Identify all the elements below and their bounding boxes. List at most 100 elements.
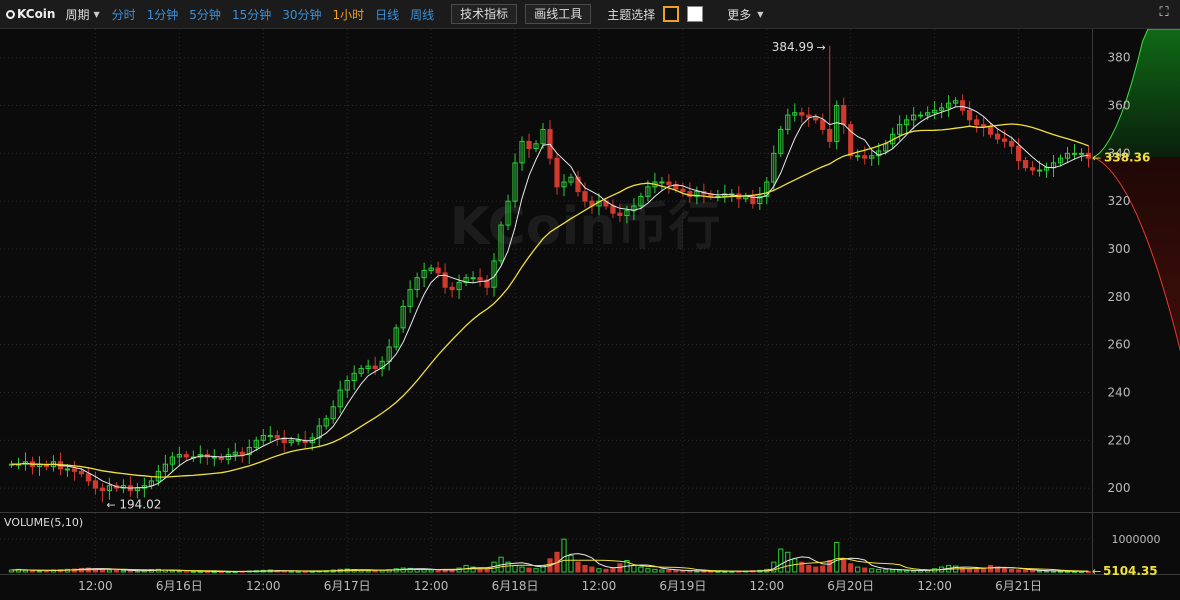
volume-bar [974, 568, 980, 573]
volume-bar [820, 565, 826, 573]
volume-bar [659, 569, 665, 573]
volume-bar [848, 563, 854, 573]
interval-tab[interactable]: 1小时 [333, 6, 365, 23]
interval-tab[interactable]: 30分钟 [282, 6, 321, 23]
volume-bar [519, 566, 525, 573]
volume-bar [855, 566, 861, 573]
volume-bar [806, 564, 812, 573]
candle-body [477, 277, 483, 281]
interval-tab[interactable]: 分时 [112, 6, 136, 23]
volume-bar [582, 564, 588, 573]
arrow-right-icon: → [817, 41, 826, 54]
time-tick-label: 6月16日 [156, 579, 203, 593]
volume-bar [113, 569, 119, 573]
price-tick-label: 280 [1108, 290, 1131, 304]
candle-body [918, 114, 924, 117]
candle-body [211, 456, 217, 459]
volume-bar [652, 568, 658, 573]
candle-body [960, 100, 966, 111]
candle-body [855, 155, 861, 158]
volume-bar [897, 569, 903, 573]
volume-bar [190, 570, 196, 573]
technical-indicator-button[interactable]: 技术指标 [451, 4, 518, 24]
candle-body [239, 451, 245, 456]
volume-bar [687, 570, 693, 573]
candle-body [470, 277, 476, 280]
toolbar: KCoin 周期 ▼ 分时 1分钟 5分钟 15分钟 30分钟 1小时 日线 周… [0, 0, 1180, 29]
volume-bar [526, 567, 532, 573]
volume-bar [1029, 570, 1036, 573]
volume-bar [680, 570, 686, 573]
volume-bar [120, 570, 126, 573]
low-price-label: 194.02 [119, 497, 161, 511]
price-chart[interactable]: KCoin币行 200220240260280300320340360380 3… [0, 29, 1180, 600]
candle-body [862, 155, 868, 159]
volume-bar [1022, 569, 1029, 573]
volume-bar [36, 570, 43, 573]
volume-bar [911, 570, 917, 573]
candle-body [449, 286, 455, 291]
more-dropdown[interactable]: 更多 ▼ [727, 6, 763, 23]
volume-bar [610, 567, 616, 573]
time-tick-label: 12:00 [414, 579, 449, 593]
price-tick-label: 320 [1108, 194, 1131, 208]
interval-tab[interactable]: 周线 [410, 6, 434, 23]
volume-bar [512, 564, 518, 573]
volume-bar [596, 568, 602, 573]
ma10-line [11, 123, 1089, 478]
volume-bar [22, 569, 29, 573]
volume-bar [568, 555, 574, 573]
interval-tab[interactable]: 1分钟 [147, 6, 179, 23]
interval-tab[interactable]: 日线 [375, 6, 399, 23]
arrow-left-icon: ← [1092, 565, 1101, 578]
candle-body [85, 473, 92, 482]
volume-tick-label: 1000000 [1112, 533, 1161, 546]
candle-body [435, 267, 441, 274]
candles [8, 45, 1092, 503]
candle-body [1008, 140, 1015, 147]
candle-body [183, 454, 189, 458]
volume-bar [1036, 570, 1043, 573]
volume-bar [638, 566, 644, 573]
time-tick-label: 6月18日 [492, 579, 539, 593]
candle-body [617, 212, 623, 217]
candle-body [994, 133, 1001, 140]
candle-body [267, 434, 273, 437]
candle-body [841, 105, 847, 126]
volume-bar [785, 551, 791, 573]
interval-tab[interactable]: 15分钟 [232, 6, 271, 23]
volume-bar [827, 560, 833, 573]
caret-down-icon: ▼ [757, 9, 764, 19]
caret-down-icon: ▼ [93, 9, 100, 19]
volume-bar [834, 541, 840, 573]
theme-label: 主题选择 [607, 7, 656, 22]
candle-body [610, 205, 616, 214]
time-tick-label: 6月20日 [827, 579, 874, 593]
candle-body [666, 181, 672, 185]
volume-bar [533, 568, 539, 573]
candle-body [274, 434, 280, 439]
volume-bar [862, 567, 868, 573]
candle-body [987, 126, 994, 135]
volume-bar [666, 569, 672, 573]
candle-body [526, 140, 532, 150]
volume-bar [1001, 568, 1008, 573]
more-label: 更多 [727, 7, 752, 22]
volume-bar [29, 570, 36, 573]
candle-body [1001, 138, 1008, 142]
volume-bar [428, 569, 434, 573]
volume-panel: VOLUME(5,10) 1000000 ← 5104.35 [0, 516, 1161, 578]
logo-ring-icon [6, 9, 15, 19]
period-dropdown[interactable]: 周期 ▼ [65, 6, 99, 23]
candle-body [659, 181, 665, 184]
dark-theme-swatch[interactable] [663, 6, 680, 22]
drawing-tools-button[interactable]: 画线工具 [525, 4, 592, 24]
light-theme-swatch[interactable] [687, 6, 704, 22]
fullscreen-icon[interactable]: ⛶ [1156, 5, 1172, 21]
high-price-label: 384.99 [772, 40, 814, 54]
interval-tab[interactable]: 5分钟 [189, 6, 221, 23]
volume-bar [890, 569, 896, 573]
time-tick-label: 6月17日 [324, 579, 371, 593]
volume-bar [484, 568, 490, 573]
volume-bar [869, 568, 875, 573]
